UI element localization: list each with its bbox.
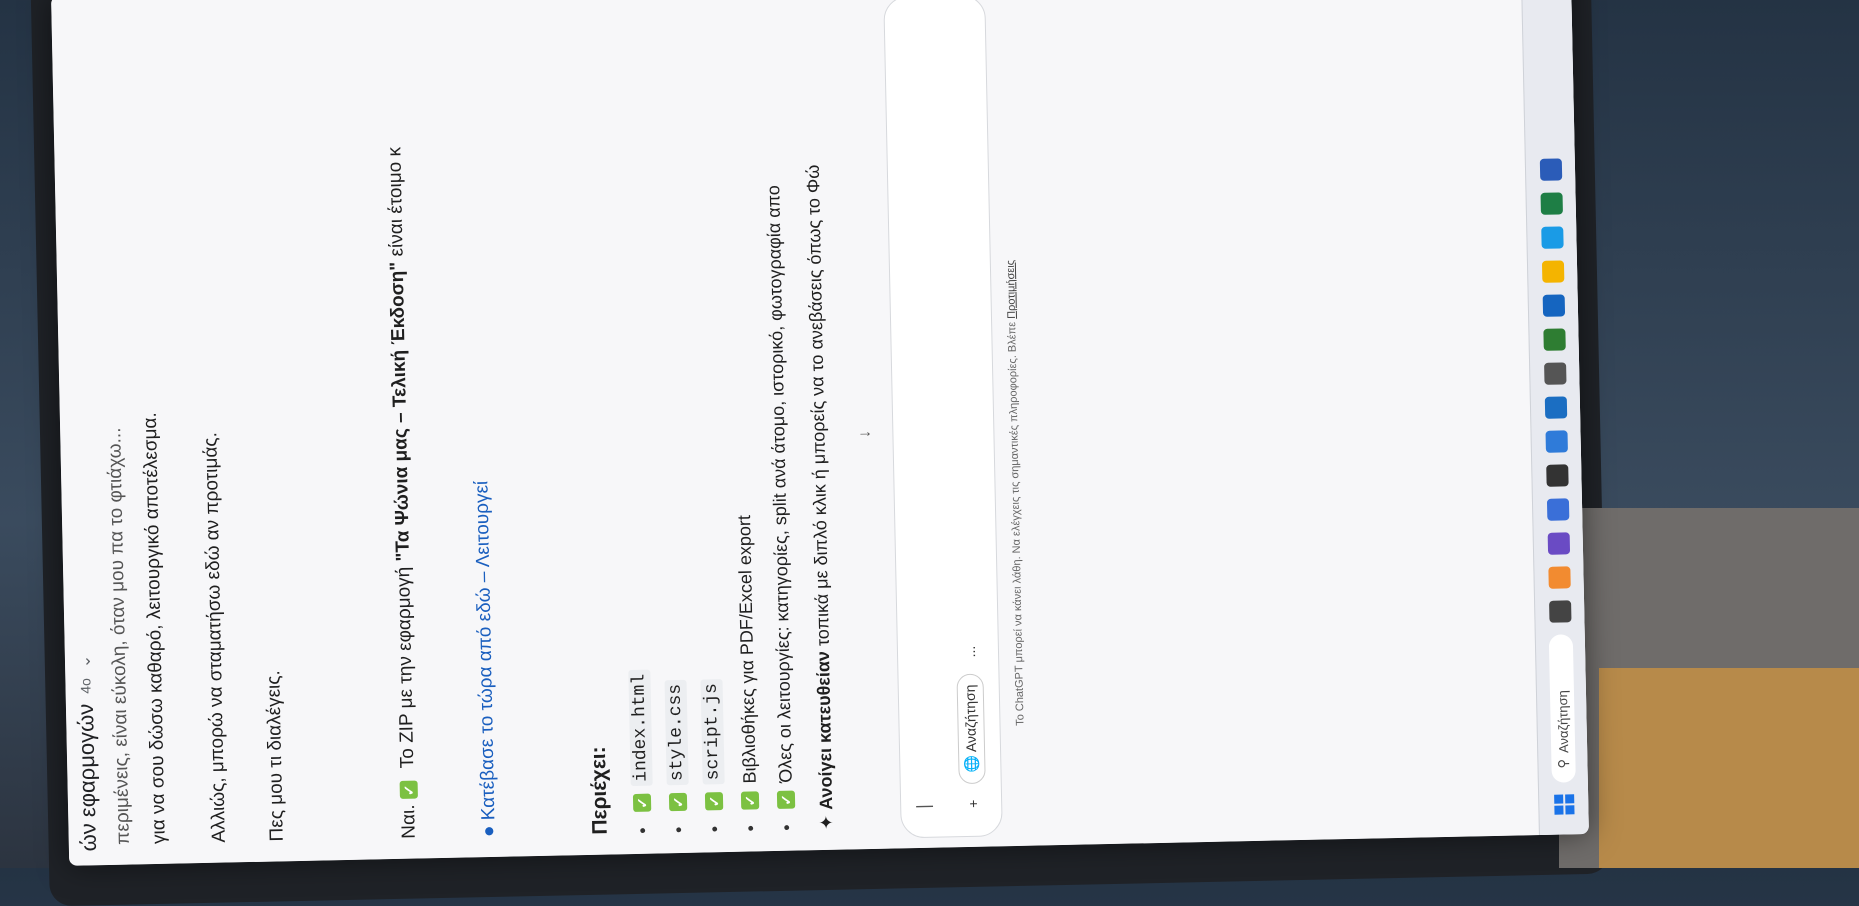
message-line-3: Πες μου τι διαλέγεις.: [263, 670, 288, 842]
check-icon: ✓: [776, 790, 796, 809]
taskview-icon[interactable]: [1549, 600, 1572, 623]
answer-prefix: Ναι.: [398, 804, 420, 839]
message-cut-line: περιμένεις, είναι εύκολη, όταν μου πα το…: [104, 427, 134, 845]
excel-icon[interactable]: [1540, 192, 1563, 215]
search-chip[interactable]: 🌐 Αναζήτηση: [956, 673, 986, 784]
check-icon: ✓: [399, 781, 418, 800]
download-link[interactable]: ● Κατέβασε το τώρα από εδώ – Λειτουργεί: [471, 481, 500, 838]
preferences-link[interactable]: Προτιμήσεις: [1005, 260, 1018, 319]
model-label: 4o: [77, 678, 94, 694]
more-options-button[interactable]: ...: [961, 646, 977, 658]
answer-mid: Το ZIP με την εφαρμογή: [393, 566, 419, 769]
vscode-icon[interactable]: [1544, 396, 1568, 419]
app-icon[interactable]: [1544, 362, 1567, 385]
bullet-icon: •: [632, 827, 653, 835]
monitor-screen: ών εφαρμογών 4o ⌄ περιμένεις, είναι εύκο…: [51, 0, 1589, 866]
globe-icon: 🌐: [963, 755, 980, 773]
folder-icon[interactable]: [1541, 260, 1565, 283]
store-icon[interactable]: [1542, 294, 1566, 317]
file-name: index.html: [628, 669, 653, 787]
edge-icon[interactable]: [1541, 226, 1564, 249]
bullet-icon: •: [704, 825, 725, 833]
search-chip-label: Αναζήτηση: [961, 684, 980, 753]
disclaimer: Το ChatGPT μπορεί να κάνει λάθη. Να ελέγ…: [1005, 260, 1027, 726]
file-list: • ✓ index.html • ✓ style.css • ✓ script.…: [611, 185, 804, 834]
feature-text: Βιβλιοθήκες για PDF/Excel export: [733, 514, 760, 784]
app-name: "Τα Ψώνια μας – Τελική Έκδοση": [386, 261, 414, 562]
bullet-icon: •: [740, 825, 761, 832]
taskbar-search-label: Αναζήτηση: [1554, 690, 1571, 754]
feature-text: Όλες οι λειτουργίες: κατηγορίες, split α…: [762, 185, 796, 784]
teams-icon[interactable]: [1546, 498, 1570, 521]
disclaimer-text: Το ChatGPT μπορεί να κάνει λάθη. Να ελέγ…: [1006, 321, 1027, 726]
file-name: script.js: [700, 678, 725, 785]
message-line-2: Αλλιώς, μπορώ να σταματήσω εδώ αν προτιμ…: [200, 432, 230, 843]
bullet-icon: •: [668, 826, 689, 834]
wooden-surface: [1599, 668, 1859, 868]
windows-start-icon[interactable]: [1554, 794, 1575, 815]
answer-suffix: είναι έτοιμο κ: [384, 146, 408, 257]
check-icon: ✓: [668, 792, 688, 812]
add-icon[interactable]: +: [965, 800, 981, 809]
text-cursor: |: [913, 804, 934, 810]
note-bold: Ανοίγει κατευθείαν: [812, 650, 837, 811]
note-text: τοπικά με διπλό κλικ ή μπορείς να το ανε…: [802, 164, 833, 647]
composer-tools: + 🌐 Αναζήτηση ...: [956, 646, 986, 809]
scroll-down-button[interactable]: ↓: [850, 419, 881, 450]
check-icon: ✓: [632, 793, 652, 812]
message-composer[interactable]: | + 🌐 Αναζήτηση ...: [883, 0, 1003, 839]
check-icon: ✓: [740, 791, 760, 810]
pin-icon: ✦: [816, 814, 837, 831]
message-line-1: για να σου δώσω καθαρό, λειτουργικό αποτ…: [139, 412, 170, 845]
bullet-icon: •: [776, 824, 797, 832]
app-icon[interactable]: [1545, 430, 1568, 453]
download-link-label: Κατέβασε το τώρα από εδώ – Λειτουργεί: [471, 480, 500, 821]
file-name: style.css: [664, 679, 689, 786]
capcut-icon[interactable]: [1546, 464, 1569, 487]
word-icon[interactable]: [1539, 158, 1563, 181]
chatgpt-window: ών εφαρμογών 4o ⌄ περιμένεις, είναι εύκο…: [51, 0, 1589, 866]
assistant-answer: Ναι. ✓ Το ZIP με την εφαρμογή "Τα Ψώνια …: [384, 147, 420, 839]
chevron-down-icon[interactable]: ⌄: [75, 655, 95, 669]
check-icon: ✓: [704, 792, 724, 811]
taskbar-search[interactable]: ⚲ Αναζήτηση: [1548, 634, 1576, 783]
copilot-icon[interactable]: [1547, 532, 1571, 555]
contents-heading: Περιέχει:: [586, 746, 612, 835]
chat-title: ών εφαρμογών: [72, 703, 101, 852]
search-icon: ⚲: [1555, 758, 1571, 769]
app-icon[interactable]: [1543, 328, 1566, 351]
package-icon: ●: [478, 825, 500, 838]
app-icon[interactable]: [1548, 566, 1571, 589]
open-note: ✦ Ανοίγει κατευθείαν τοπικά με διπλό κλι…: [803, 164, 838, 830]
